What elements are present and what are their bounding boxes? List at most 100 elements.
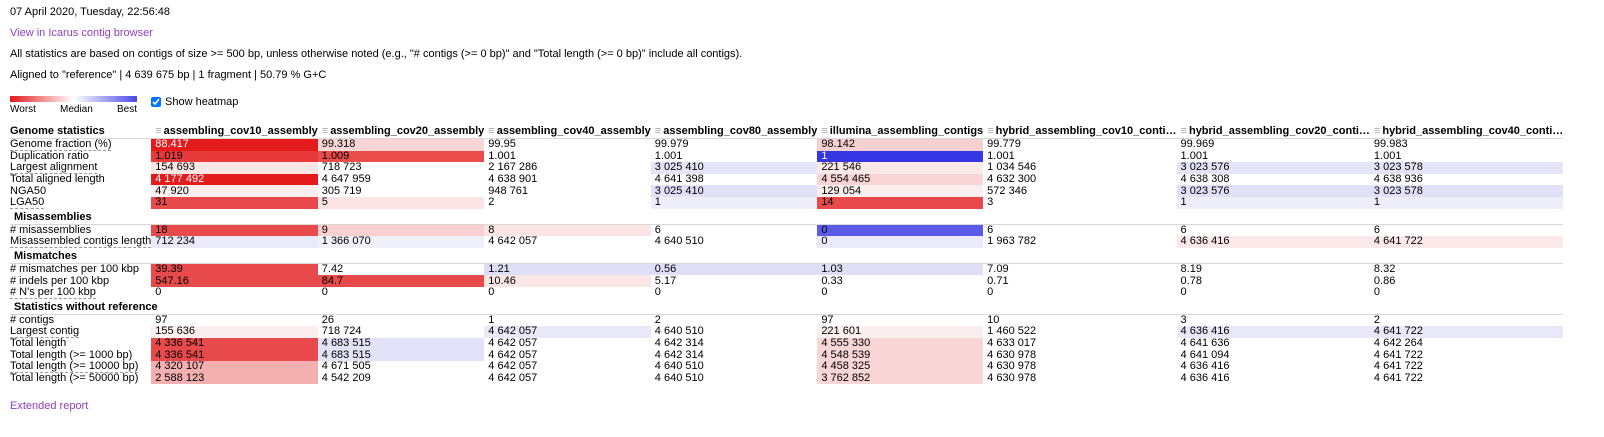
table-cell: 4 642 057 — [488, 360, 538, 373]
table-cell: 4 642 057 — [484, 326, 651, 338]
table-row: Misassembled contigs length 712 234 1 366 … — [10, 236, 1564, 248]
table-cell: 4 636 416 — [1180, 372, 1230, 384]
table-row: # mismatches per 100 kbp 39.39 7.42 1.21 0.5… — [10, 263, 1563, 276]
row-label-text[interactable]: # misassemblies — [10, 224, 92, 237]
table-cell: 1 — [1176, 196, 1370, 209]
row-label-text[interactable]: Largest alignment — [10, 162, 98, 174]
drag-handle-icon[interactable]: ≡ — [155, 125, 161, 137]
table-cell: 4 336 541 — [151, 337, 318, 350]
drag-handle-icon[interactable]: ≡ — [821, 125, 827, 137]
show-heatmap-control[interactable]: Show heatmap — [151, 96, 238, 108]
table-cell: 0.86 — [1373, 275, 1396, 287]
drag-handle-icon[interactable]: ≡ — [488, 125, 494, 137]
table-cell: 99.95 — [488, 138, 516, 151]
row-label-text[interactable]: # N's per 100 kbp — [10, 286, 96, 299]
table-cell: 2 — [488, 196, 495, 209]
table-cell: 0.56 — [650, 263, 818, 276]
table-cell: 18 — [151, 224, 318, 237]
row-label: Total length (>= 50000 bp) — [10, 372, 151, 385]
column-header[interactable]: ≡ hybrid_assembling_cov10_conti… — [983, 125, 1177, 139]
drag-handle-icon[interactable]: ≡ — [987, 125, 993, 137]
row-label: Misassembled contigs length — [10, 236, 152, 248]
column-header[interactable]: ≡ hybrid_assembling_cov40_conti… — [1369, 125, 1564, 139]
row-label-text[interactable]: NGA50 — [10, 185, 47, 197]
column-header-label: hybrid_assembling_cov40_conti… — [1382, 125, 1564, 137]
table-cell: 5.17 — [654, 275, 677, 287]
table-cell: 4 320 107 — [151, 360, 318, 373]
table-cell: 4 554 465 — [817, 173, 984, 186]
group-header-row: Statistics without reference — [10, 298, 1564, 315]
row-label-text[interactable]: Total aligned length — [10, 173, 105, 186]
row-label-text[interactable]: Total length — [10, 337, 67, 350]
column-header[interactable]: ≡ hybrid_assembling_cov20_conti… — [1176, 125, 1370, 139]
table-cell: 3 — [987, 196, 994, 209]
table-cell: 0 — [821, 286, 828, 299]
table-cell: 1.001 — [1373, 150, 1402, 162]
extended-report-link[interactable]: Extended report — [10, 400, 88, 412]
drag-handle-icon[interactable]: ≡ — [1181, 125, 1187, 137]
column-header[interactable]: ≡ illumina_assembling_contigs — [817, 125, 984, 139]
row-label-text[interactable]: LGA50 — [10, 196, 45, 209]
table-cell: 14 — [817, 196, 984, 209]
column-header[interactable]: ≡ assembling_cov10_assembly — [151, 125, 318, 139]
column-header[interactable]: ≡ assembling_cov40_assembly — [484, 125, 651, 139]
table-cell: 4 640 510 — [654, 372, 704, 384]
drag-handle-icon[interactable]: ≡ — [322, 125, 328, 137]
table-cell: 4 640 510 — [654, 360, 704, 373]
table-cell: 4 548 539 — [817, 349, 984, 361]
table-row: Duplication ratio 1.019 1.009 1.001 1.001 1 1.… — [10, 150, 1563, 163]
row-label-text[interactable]: Total length (>= 1000 bp) — [10, 349, 133, 361]
row-label-text[interactable]: Misassembled contigs length — [10, 236, 152, 248]
row-label-text[interactable]: Duplication ratio — [10, 150, 89, 163]
group-title: Genome statistics — [10, 125, 152, 139]
table-cell: 0 — [817, 224, 984, 237]
column-header[interactable]: ≡ assembling_cov80_assembly — [650, 125, 818, 139]
row-label: Total length (>= 1000 bp) — [10, 349, 151, 361]
table-cell: 4 458 325 — [817, 360, 984, 373]
table-cell: 1 460 522 — [987, 326, 1037, 338]
row-label-text[interactable]: Total length (>= 50000 bp) — [10, 372, 139, 385]
table-row: # contigs 97 26 1 2 97 10 3 2 — [10, 314, 1563, 327]
table-row: Total length 4 336 541 4 683 515 4 642 057 4… — [10, 337, 1563, 350]
column-header-label: assembling_cov10_assembly — [163, 125, 318, 137]
table-cell: 547.16 — [151, 275, 318, 287]
drag-handle-icon[interactable]: ≡ — [1374, 125, 1380, 137]
column-header-label: assembling_cov20_assembly — [330, 125, 485, 137]
table-cell: 31 — [151, 196, 318, 209]
table-cell: 1.001 — [1180, 150, 1209, 162]
row-label-text[interactable]: Total length (>= 10000 bp) — [10, 360, 139, 373]
table-cell: 1.001 — [488, 150, 516, 162]
heatmap-legend-labels: Worst Median Best — [10, 104, 137, 116]
table-cell: 1.21 — [484, 263, 651, 276]
table-cell: 4 641 722 — [1373, 360, 1423, 373]
table-cell: 1.03 — [817, 263, 984, 276]
table-cell: 6 — [654, 224, 661, 236]
table-cell: 0.78 — [1180, 275, 1202, 287]
table-cell: 4 642 057 — [488, 337, 538, 350]
row-label-text[interactable]: # indels per 100 kbp — [10, 275, 110, 287]
row-label: # N's per 100 kbp — [10, 286, 151, 299]
drag-handle-icon[interactable]: ≡ — [655, 125, 661, 137]
table-cell: 0.33 — [821, 275, 843, 287]
table-cell: 154 693 — [151, 162, 318, 174]
row-label-text[interactable]: # mismatches per 100 kbp — [10, 263, 140, 276]
row-label: Largest alignment — [10, 162, 151, 174]
table-cell: 0 — [654, 286, 661, 299]
table-cell: 97 — [821, 314, 834, 326]
row-label-text[interactable]: # contigs — [10, 314, 55, 327]
table-cell: 4 638 901 — [488, 173, 538, 186]
row-label-text[interactable]: Largest contig — [10, 326, 80, 338]
group-title: Statistics without reference — [10, 298, 1564, 315]
table-cell: 6 — [1373, 224, 1381, 236]
table-cell: 1.001 — [987, 150, 1015, 162]
column-header[interactable]: ≡ assembling_cov20_assembly — [317, 125, 485, 139]
table-cell: 572 346 — [987, 185, 1027, 197]
icarus-link[interactable]: View in Icarus contig browser — [10, 27, 153, 39]
table-cell: 3 025 410 — [650, 185, 818, 197]
show-heatmap-checkbox[interactable] — [151, 97, 161, 107]
table-cell: 1 — [817, 150, 984, 163]
table-cell: 8.19 — [1180, 263, 1202, 276]
table-cell: 4 630 978 — [987, 372, 1037, 384]
table-cell: 221 601 — [817, 326, 984, 338]
row-label-text[interactable]: Genome fraction (%) — [10, 138, 112, 151]
